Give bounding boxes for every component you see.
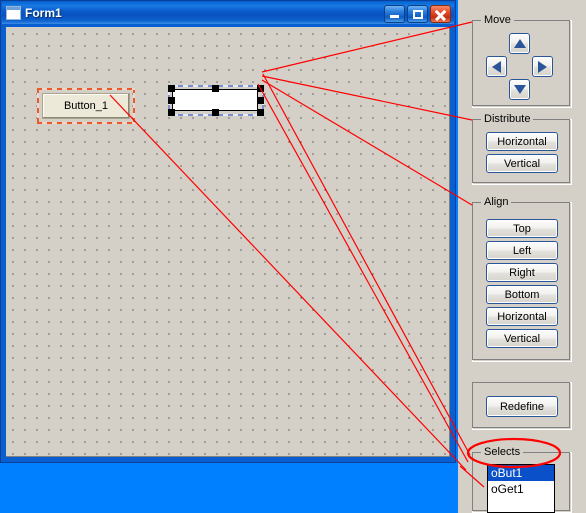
move-right-button[interactable] <box>532 56 553 77</box>
resize-handle-ne[interactable] <box>257 85 264 92</box>
distribute-group: Distribute <box>472 113 572 185</box>
maximize-button[interactable] <box>407 4 428 23</box>
align-top-button[interactable]: Top <box>486 219 558 238</box>
list-item[interactable]: oGet1 <box>488 481 554 497</box>
list-item[interactable]: oBut1 <box>488 465 554 481</box>
arrow-up-icon <box>513 39 526 48</box>
form-window: Form1 Button_1 <box>0 0 456 463</box>
selects-listbox[interactable]: oBut1 oGet1 <box>487 464 555 513</box>
minimize-button[interactable] <box>384 4 405 23</box>
move-down-button[interactable] <box>509 79 530 100</box>
distribute-group-label: Distribute <box>481 113 534 125</box>
distribute-vertical-button[interactable]: Vertical <box>486 154 558 173</box>
distribute-horizontal-button[interactable]: Horizontal <box>486 132 558 151</box>
window-buttons <box>382 4 451 23</box>
align-left-button[interactable]: Left <box>486 241 558 260</box>
resize-handle-e[interactable] <box>257 97 264 104</box>
move-left-button[interactable] <box>486 56 507 77</box>
move-group-label: Move <box>481 14 514 26</box>
tool-panel: Move Distribute Horizontal Vertical Alig… <box>458 0 586 513</box>
align-vertical-button[interactable]: Vertical <box>486 329 558 348</box>
resize-handle-nw[interactable] <box>168 85 175 92</box>
align-group-label: Align <box>481 196 512 208</box>
arrow-right-icon <box>538 60 547 73</box>
resize-handle-n[interactable] <box>212 85 219 92</box>
selects-group-label: Selects <box>481 446 524 458</box>
resize-handle-s[interactable] <box>212 109 219 116</box>
form-window-icon <box>6 6 21 20</box>
move-up-button[interactable] <box>509 33 530 54</box>
title-bar[interactable]: Form1 <box>2 2 454 24</box>
arrow-down-icon <box>513 85 526 94</box>
close-button[interactable] <box>430 4 451 23</box>
align-bottom-button[interactable]: Bottom <box>486 285 558 304</box>
form-design-canvas[interactable]: Button_1 <box>6 27 450 457</box>
form-control-textbox[interactable] <box>172 89 258 111</box>
align-horizontal-button[interactable]: Horizontal <box>486 307 558 326</box>
resize-handle-w[interactable] <box>168 97 175 104</box>
align-right-button[interactable]: Right <box>486 263 558 282</box>
form-control-button1[interactable]: Button_1 <box>42 93 130 119</box>
arrow-left-icon <box>492 60 501 73</box>
resize-handle-se[interactable] <box>257 109 264 116</box>
redefine-button[interactable]: Redefine <box>486 396 558 417</box>
resize-handle-sw[interactable] <box>168 109 175 116</box>
window-title: Form1 <box>25 6 62 20</box>
